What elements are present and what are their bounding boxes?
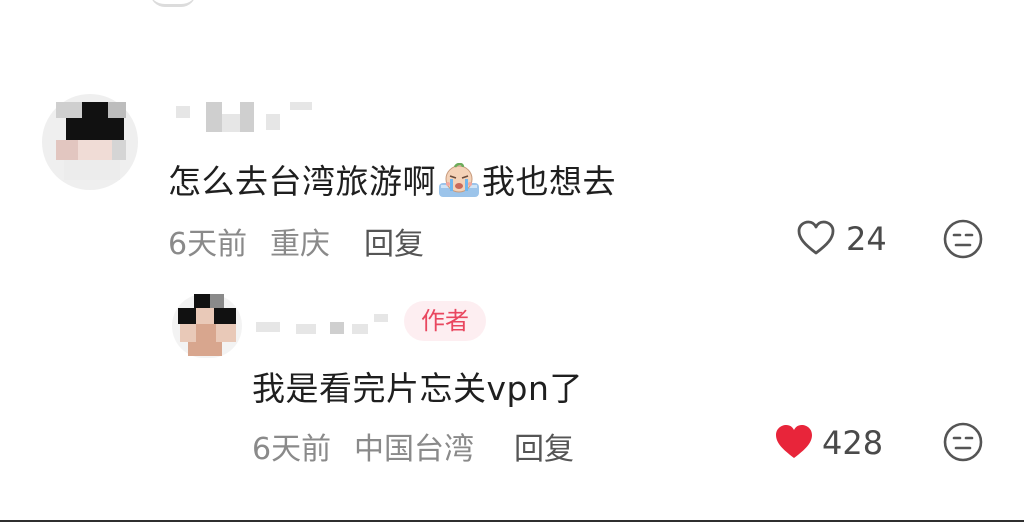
unimpressed-face-icon[interactable]: [942, 218, 984, 260]
author-badge: 作者: [404, 301, 486, 341]
commenter-name[interactable]: [170, 100, 320, 136]
like-count: 24: [846, 220, 887, 258]
comment-time: 6天前: [168, 227, 248, 262]
reply-text: 我是看完片忘关vpn了: [252, 369, 583, 408]
comment-thread: 怎么去台湾旅游啊 我也想去 6天前 重庆 回复 24 作者 我是看完片忘关vpn…: [0, 0, 1024, 526]
reply-location: 中国台湾: [354, 432, 474, 467]
unimpressed-face-icon[interactable]: [942, 421, 984, 463]
reply-button[interactable]: 回复: [364, 219, 424, 263]
bottom-divider: [0, 520, 1024, 522]
author-name[interactable]: [256, 312, 396, 336]
reply-reply-button[interactable]: 回复: [514, 424, 574, 468]
comment-text-part1: 怎么去台湾旅游啊: [168, 162, 436, 201]
author-avatar[interactable]: [172, 294, 242, 358]
heart-outline-icon[interactable]: [796, 219, 836, 257]
reply-time: 6天前: [252, 432, 332, 467]
top-edge-decoration: [150, 0, 196, 7]
comment-location: 重庆: [270, 227, 330, 262]
reply-like-count: 428: [822, 424, 884, 462]
comment-text: 怎么去台湾旅游啊 我也想去: [168, 155, 616, 203]
commenter-avatar[interactable]: [42, 94, 138, 190]
heart-filled-icon[interactable]: [774, 423, 814, 461]
crying-face-emoji-icon: [437, 162, 481, 199]
comment-text-part2: 我也想去: [482, 162, 616, 201]
